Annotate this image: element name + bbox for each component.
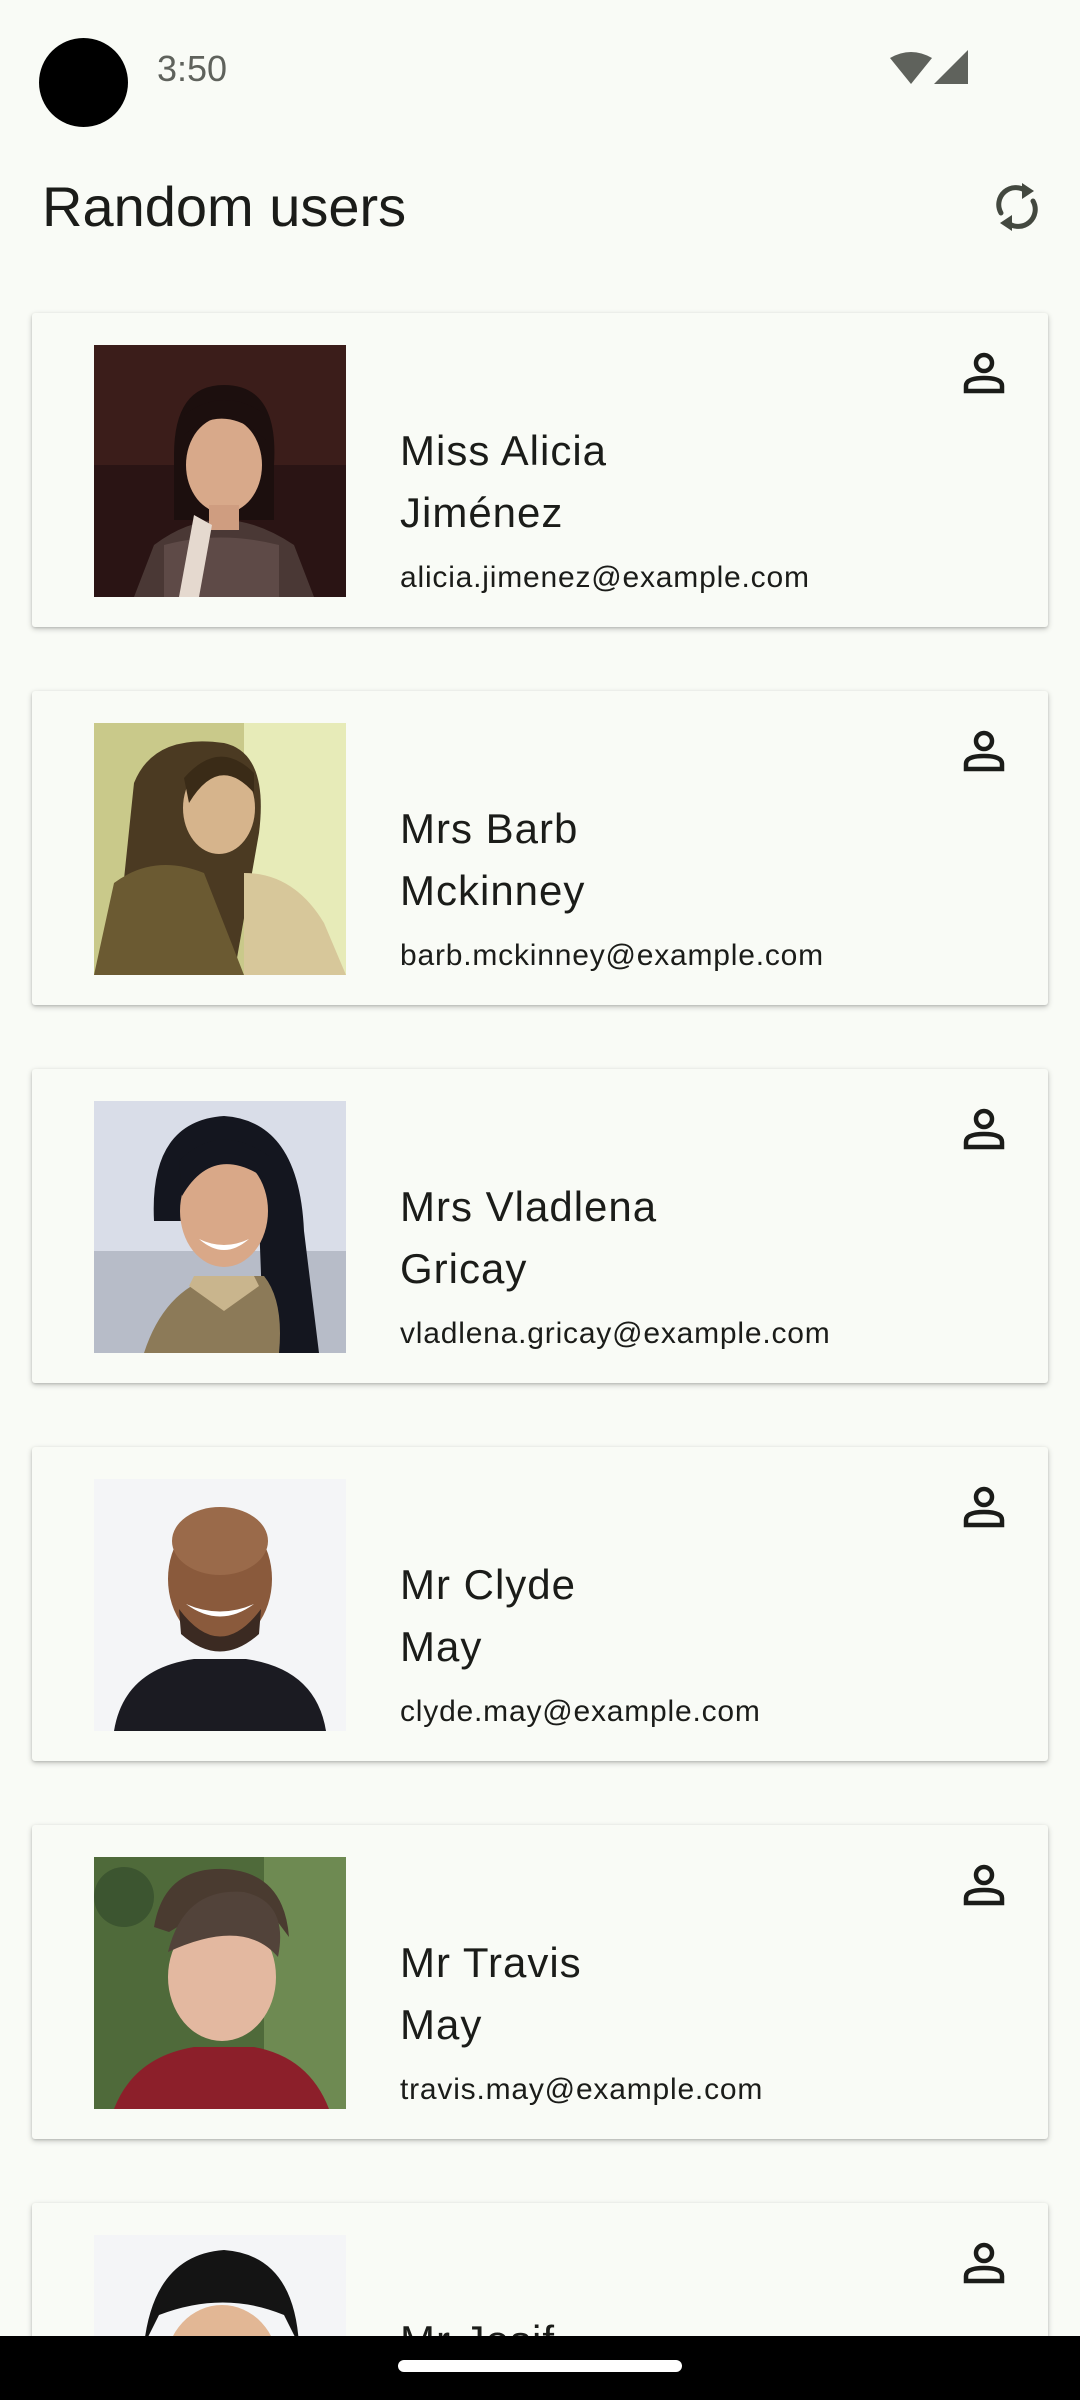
home-gesture-handle[interactable] — [398, 2360, 682, 2372]
person-outline-icon[interactable] — [960, 727, 1008, 775]
status-bar: 3:50 — [0, 0, 1080, 140]
avatar — [94, 345, 346, 597]
refresh-button[interactable] — [988, 176, 1046, 238]
avatar — [94, 723, 346, 975]
user-name-line-2: Jiménez — [400, 489, 564, 536]
avatar — [94, 1479, 346, 1731]
status-time: 3:50 — [157, 48, 228, 89]
navigation-bar — [0, 2336, 1080, 2400]
person-outline-icon[interactable] — [960, 349, 1008, 397]
user-name-line-2: Gricay — [400, 1245, 528, 1292]
person-outline-icon[interactable] — [960, 1483, 1008, 1531]
camera-cutout — [39, 38, 128, 127]
avatar — [94, 1101, 346, 1353]
user-card[interactable]: Mrs Vladlena Gricay vladlena.gricay@exam… — [32, 1069, 1048, 1383]
user-name-line-1: Mrs Barb — [400, 805, 579, 852]
user-card[interactable]: Mrs Barb Mckinney barb.mckinney@example.… — [32, 691, 1048, 1005]
user-email: clyde.may@example.com — [400, 1695, 761, 1728]
person-outline-icon[interactable] — [960, 2239, 1008, 2287]
person-outline-icon[interactable] — [960, 1105, 1008, 1153]
user-card[interactable]: Miss Alicia Jiménez alicia.jimenez@examp… — [32, 313, 1048, 627]
refresh-icon — [996, 183, 1038, 231]
user-name-line-2: May — [400, 1623, 483, 1670]
user-email: travis.may@example.com — [400, 2073, 764, 2106]
user-name-line-1: Miss Alicia — [400, 427, 608, 474]
user-email: vladlena.gricay@example.com — [400, 1317, 831, 1350]
user-name-line-2: May — [400, 2001, 483, 2048]
user-email: alicia.jimenez@example.com — [400, 561, 810, 594]
page-title: Random users — [42, 175, 407, 238]
user-card[interactable]: Mr Clyde May clyde.may@example.com — [32, 1447, 1048, 1761]
wifi-icon — [890, 52, 932, 84]
user-name-line-1: Mr Travis — [400, 1939, 582, 1986]
app-bar: Random users — [0, 150, 1080, 270]
user-card[interactable]: Mr Travis May travis.may@example.com — [32, 1825, 1048, 2139]
person-outline-icon[interactable] — [960, 1861, 1008, 1909]
cell-signal-icon — [934, 50, 968, 84]
user-name-line-1: Mr Clyde — [400, 1561, 577, 1608]
user-email: barb.mckinney@example.com — [400, 939, 824, 972]
user-name-line-2: Mckinney — [400, 867, 586, 914]
avatar — [94, 1857, 346, 2109]
user-name-line-1: Mrs Vladlena — [400, 1183, 658, 1230]
